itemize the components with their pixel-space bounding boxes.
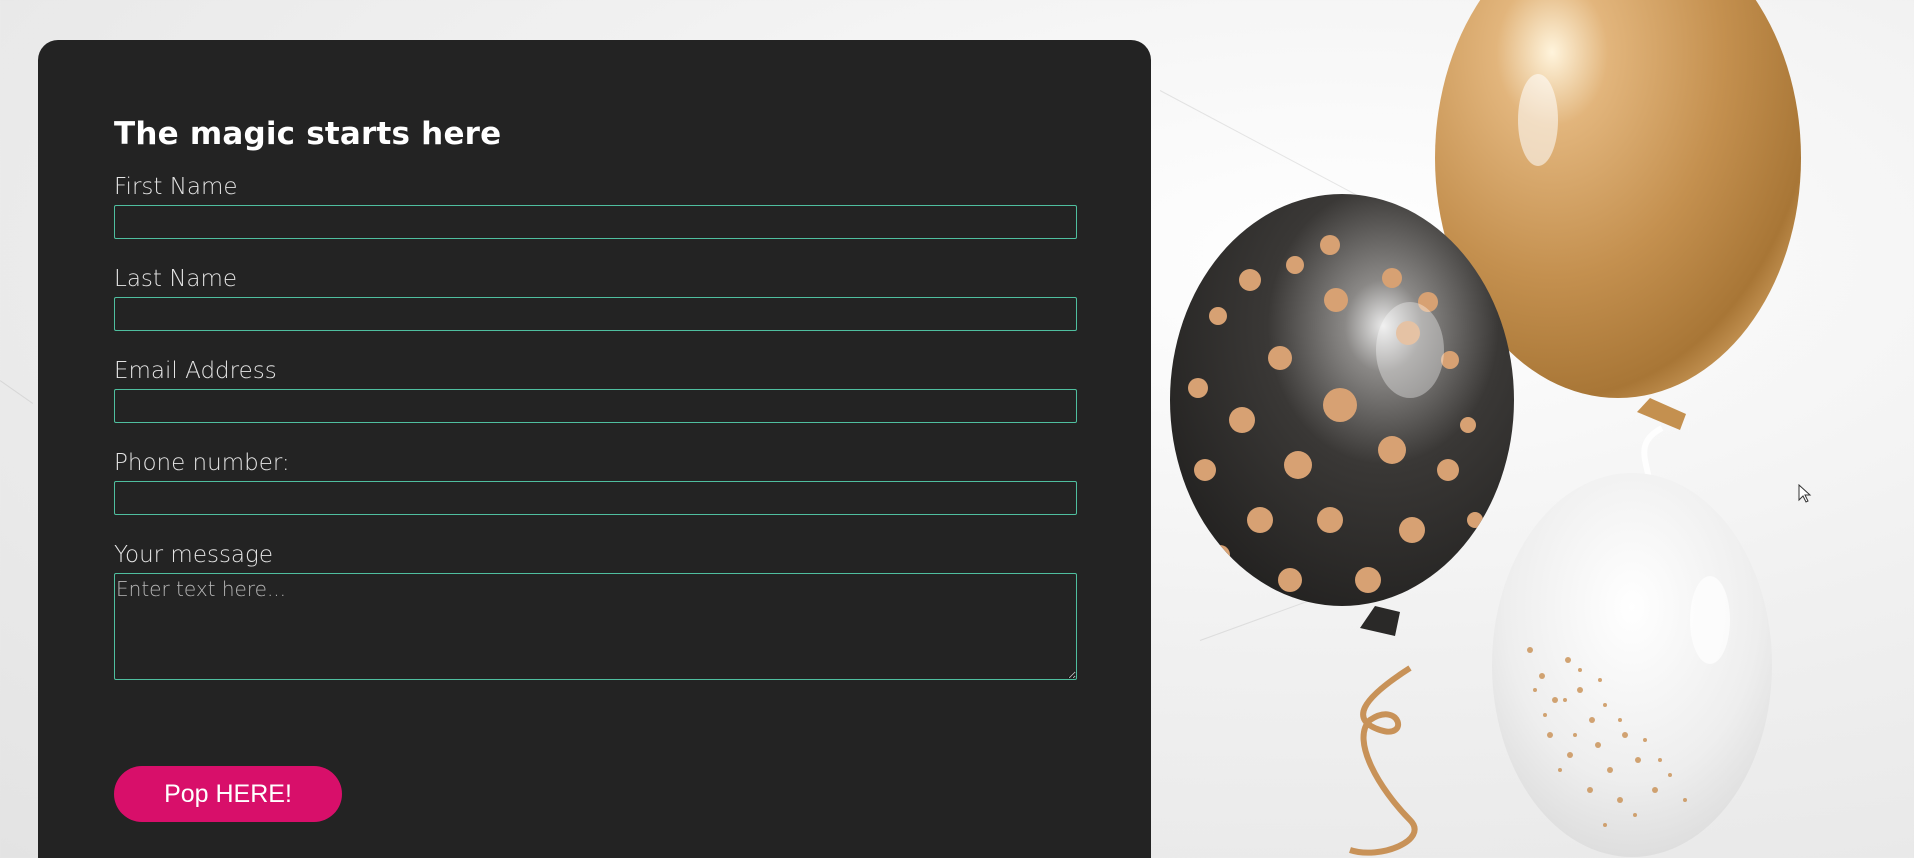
black-polka-dot-balloon [1170, 194, 1514, 856]
last-name-field-group: Last Name [114, 264, 1077, 331]
form-title: The magic starts here [114, 116, 502, 152]
message-textarea[interactable] [114, 573, 1077, 680]
mouse-cursor-icon [1798, 484, 1812, 503]
marble-vein [0, 380, 34, 404]
submit-button[interactable]: Pop HERE! [114, 766, 342, 822]
email-label: Email Address [114, 358, 277, 384]
last-name-label: Last Name [114, 266, 238, 292]
message-field-group: Your message [114, 540, 1077, 680]
first-name-label: First Name [114, 174, 238, 200]
first-name-input[interactable] [114, 205, 1077, 239]
phone-input[interactable] [114, 481, 1077, 515]
phone-label: Phone number: [114, 450, 290, 476]
contact-form-panel: The magic starts here First Name Last Na… [38, 40, 1151, 858]
email-input[interactable] [114, 389, 1077, 423]
last-name-input[interactable] [114, 297, 1077, 331]
message-label: Your message [114, 542, 273, 568]
balloons-illustration [1170, 0, 1801, 857]
email-field-group: Email Address [114, 356, 1077, 423]
clear-confetti-balloon [1492, 473, 1772, 857]
first-name-field-group: First Name [114, 172, 1077, 239]
phone-field-group: Phone number: [114, 448, 1077, 515]
